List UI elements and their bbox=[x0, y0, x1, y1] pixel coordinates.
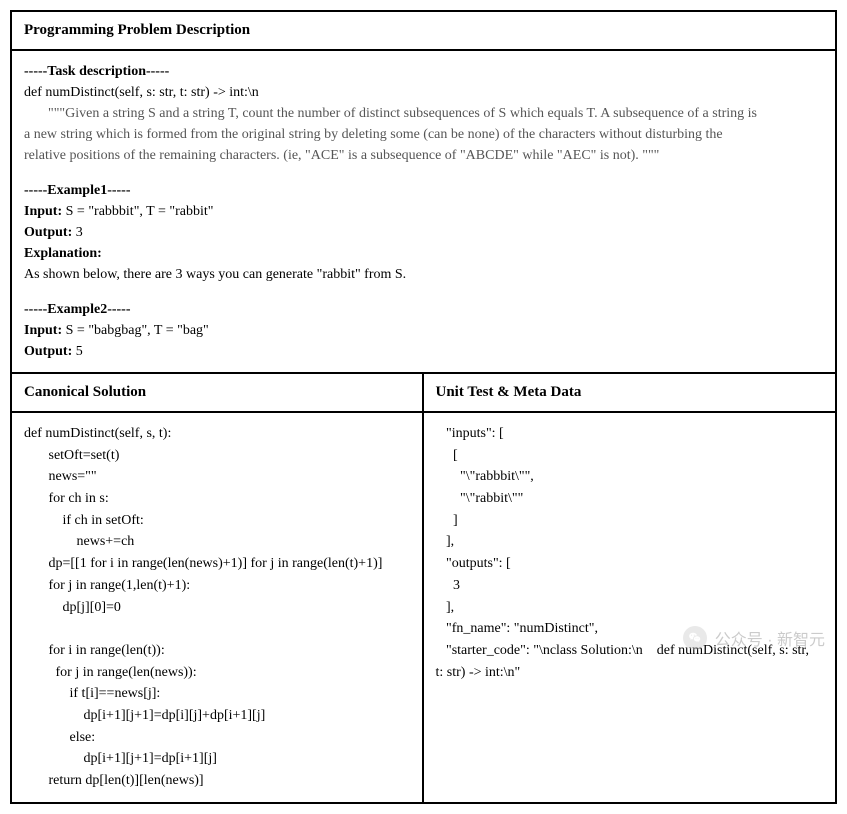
right-column-header: Unit Test & Meta Data bbox=[424, 374, 836, 411]
page-title: Programming Problem Description bbox=[24, 22, 250, 38]
code-line: setOft=set(t) bbox=[24, 448, 119, 463]
json-line: t: str) -> int:\n" bbox=[436, 665, 521, 680]
columns-body-row: def numDistinct(self, s, t): setOft=set(… bbox=[12, 413, 835, 802]
example2-output-label: Output: bbox=[24, 344, 72, 359]
example2-output-value: 5 bbox=[72, 344, 83, 359]
code-line: news+=ch bbox=[24, 534, 134, 549]
code-line: dp=[[1 for i in range(len(news)+1)] for … bbox=[24, 556, 382, 571]
json-line: ], bbox=[436, 534, 455, 549]
example1-input-value: S = "rabbbit", T = "rabbit" bbox=[62, 204, 213, 219]
columns-header-row: Canonical Solution Unit Test & Meta Data bbox=[12, 374, 835, 413]
canonical-solution-title: Canonical Solution bbox=[24, 384, 146, 400]
json-line: "\"rabbit\"" bbox=[436, 491, 524, 506]
json-line: "\"rabbbit\"", bbox=[436, 469, 534, 484]
code-line: for j in range(1,len(t)+1): bbox=[24, 578, 190, 593]
solution-code: def numDistinct(self, s, t): setOft=set(… bbox=[24, 423, 410, 792]
example2-input-row: Input: S = "babgbag", T = "bag" bbox=[24, 320, 823, 341]
json-line: "starter_code": "\nclass Solution:\n def… bbox=[436, 643, 810, 658]
json-line: "fn_name": "numDistinct", bbox=[436, 621, 598, 636]
docstring-line-2: a new string which is formed from the or… bbox=[24, 124, 823, 145]
header-row: Programming Problem Description bbox=[12, 12, 835, 51]
example1-explanation-label: Explanation: bbox=[24, 243, 823, 264]
function-signature: def numDistinct(self, s: str, t: str) ->… bbox=[24, 82, 823, 103]
left-column-header: Canonical Solution bbox=[12, 374, 424, 411]
example1-input-label: Input: bbox=[24, 204, 62, 219]
docstring-line-1: """Given a string S and a string T, coun… bbox=[24, 103, 823, 124]
example1-output-row: Output: 3 bbox=[24, 222, 823, 243]
task-header: -----Task description----- bbox=[24, 61, 823, 82]
example2-header: -----Example2----- bbox=[24, 299, 823, 320]
example2-input-label: Input: bbox=[24, 323, 62, 338]
code-line: if ch in setOft: bbox=[24, 513, 144, 528]
unittest-cell: "inputs": [ [ "\"rabbbit\"", "\"rabbit\"… bbox=[424, 413, 836, 802]
code-line: for j in range(len(news)): bbox=[24, 665, 197, 680]
json-line: ] bbox=[436, 513, 458, 528]
code-line: news="" bbox=[24, 469, 97, 484]
json-line: "outputs": [ bbox=[436, 556, 511, 571]
code-line: return dp[len(t)][len(news)] bbox=[24, 773, 204, 788]
example1-header: -----Example1----- bbox=[24, 180, 823, 201]
solution-cell: def numDistinct(self, s, t): setOft=set(… bbox=[12, 413, 424, 802]
example1-output-label: Output: bbox=[24, 225, 72, 240]
code-line: def numDistinct(self, s, t): bbox=[24, 426, 171, 441]
unit-test-title: Unit Test & Meta Data bbox=[436, 384, 582, 400]
json-line: "inputs": [ bbox=[436, 426, 504, 441]
docstring-line-3: relative positions of the remaining char… bbox=[24, 145, 823, 166]
code-line: dp[i+1][j+1]=dp[i+1][j] bbox=[24, 751, 217, 766]
code-line: for ch in s: bbox=[24, 491, 109, 506]
json-line: ], bbox=[436, 600, 455, 615]
code-line: else: bbox=[24, 730, 95, 745]
json-line: 3 bbox=[436, 578, 461, 593]
example2-output-row: Output: 5 bbox=[24, 341, 823, 362]
description-section: -----Task description----- def numDistin… bbox=[12, 51, 835, 374]
example1-output-value: 3 bbox=[72, 225, 83, 240]
code-line: if t[i]==news[j]: bbox=[24, 686, 160, 701]
example1-input-row: Input: S = "rabbbit", T = "rabbit" bbox=[24, 201, 823, 222]
code-line: dp[j][0]=0 bbox=[24, 600, 121, 615]
unittest-json: "inputs": [ [ "\"rabbbit\"", "\"rabbit\"… bbox=[436, 423, 824, 683]
problem-container: Programming Problem Description -----Tas… bbox=[10, 10, 837, 804]
example1-explanation-text: As shown below, there are 3 ways you can… bbox=[24, 264, 823, 285]
code-line: for i in range(len(t)): bbox=[24, 643, 165, 658]
example2-input-value: S = "babgbag", T = "bag" bbox=[62, 323, 209, 338]
json-line: [ bbox=[436, 448, 458, 463]
code-line: dp[i+1][j+1]=dp[i][j]+dp[i+1][j] bbox=[24, 708, 265, 723]
